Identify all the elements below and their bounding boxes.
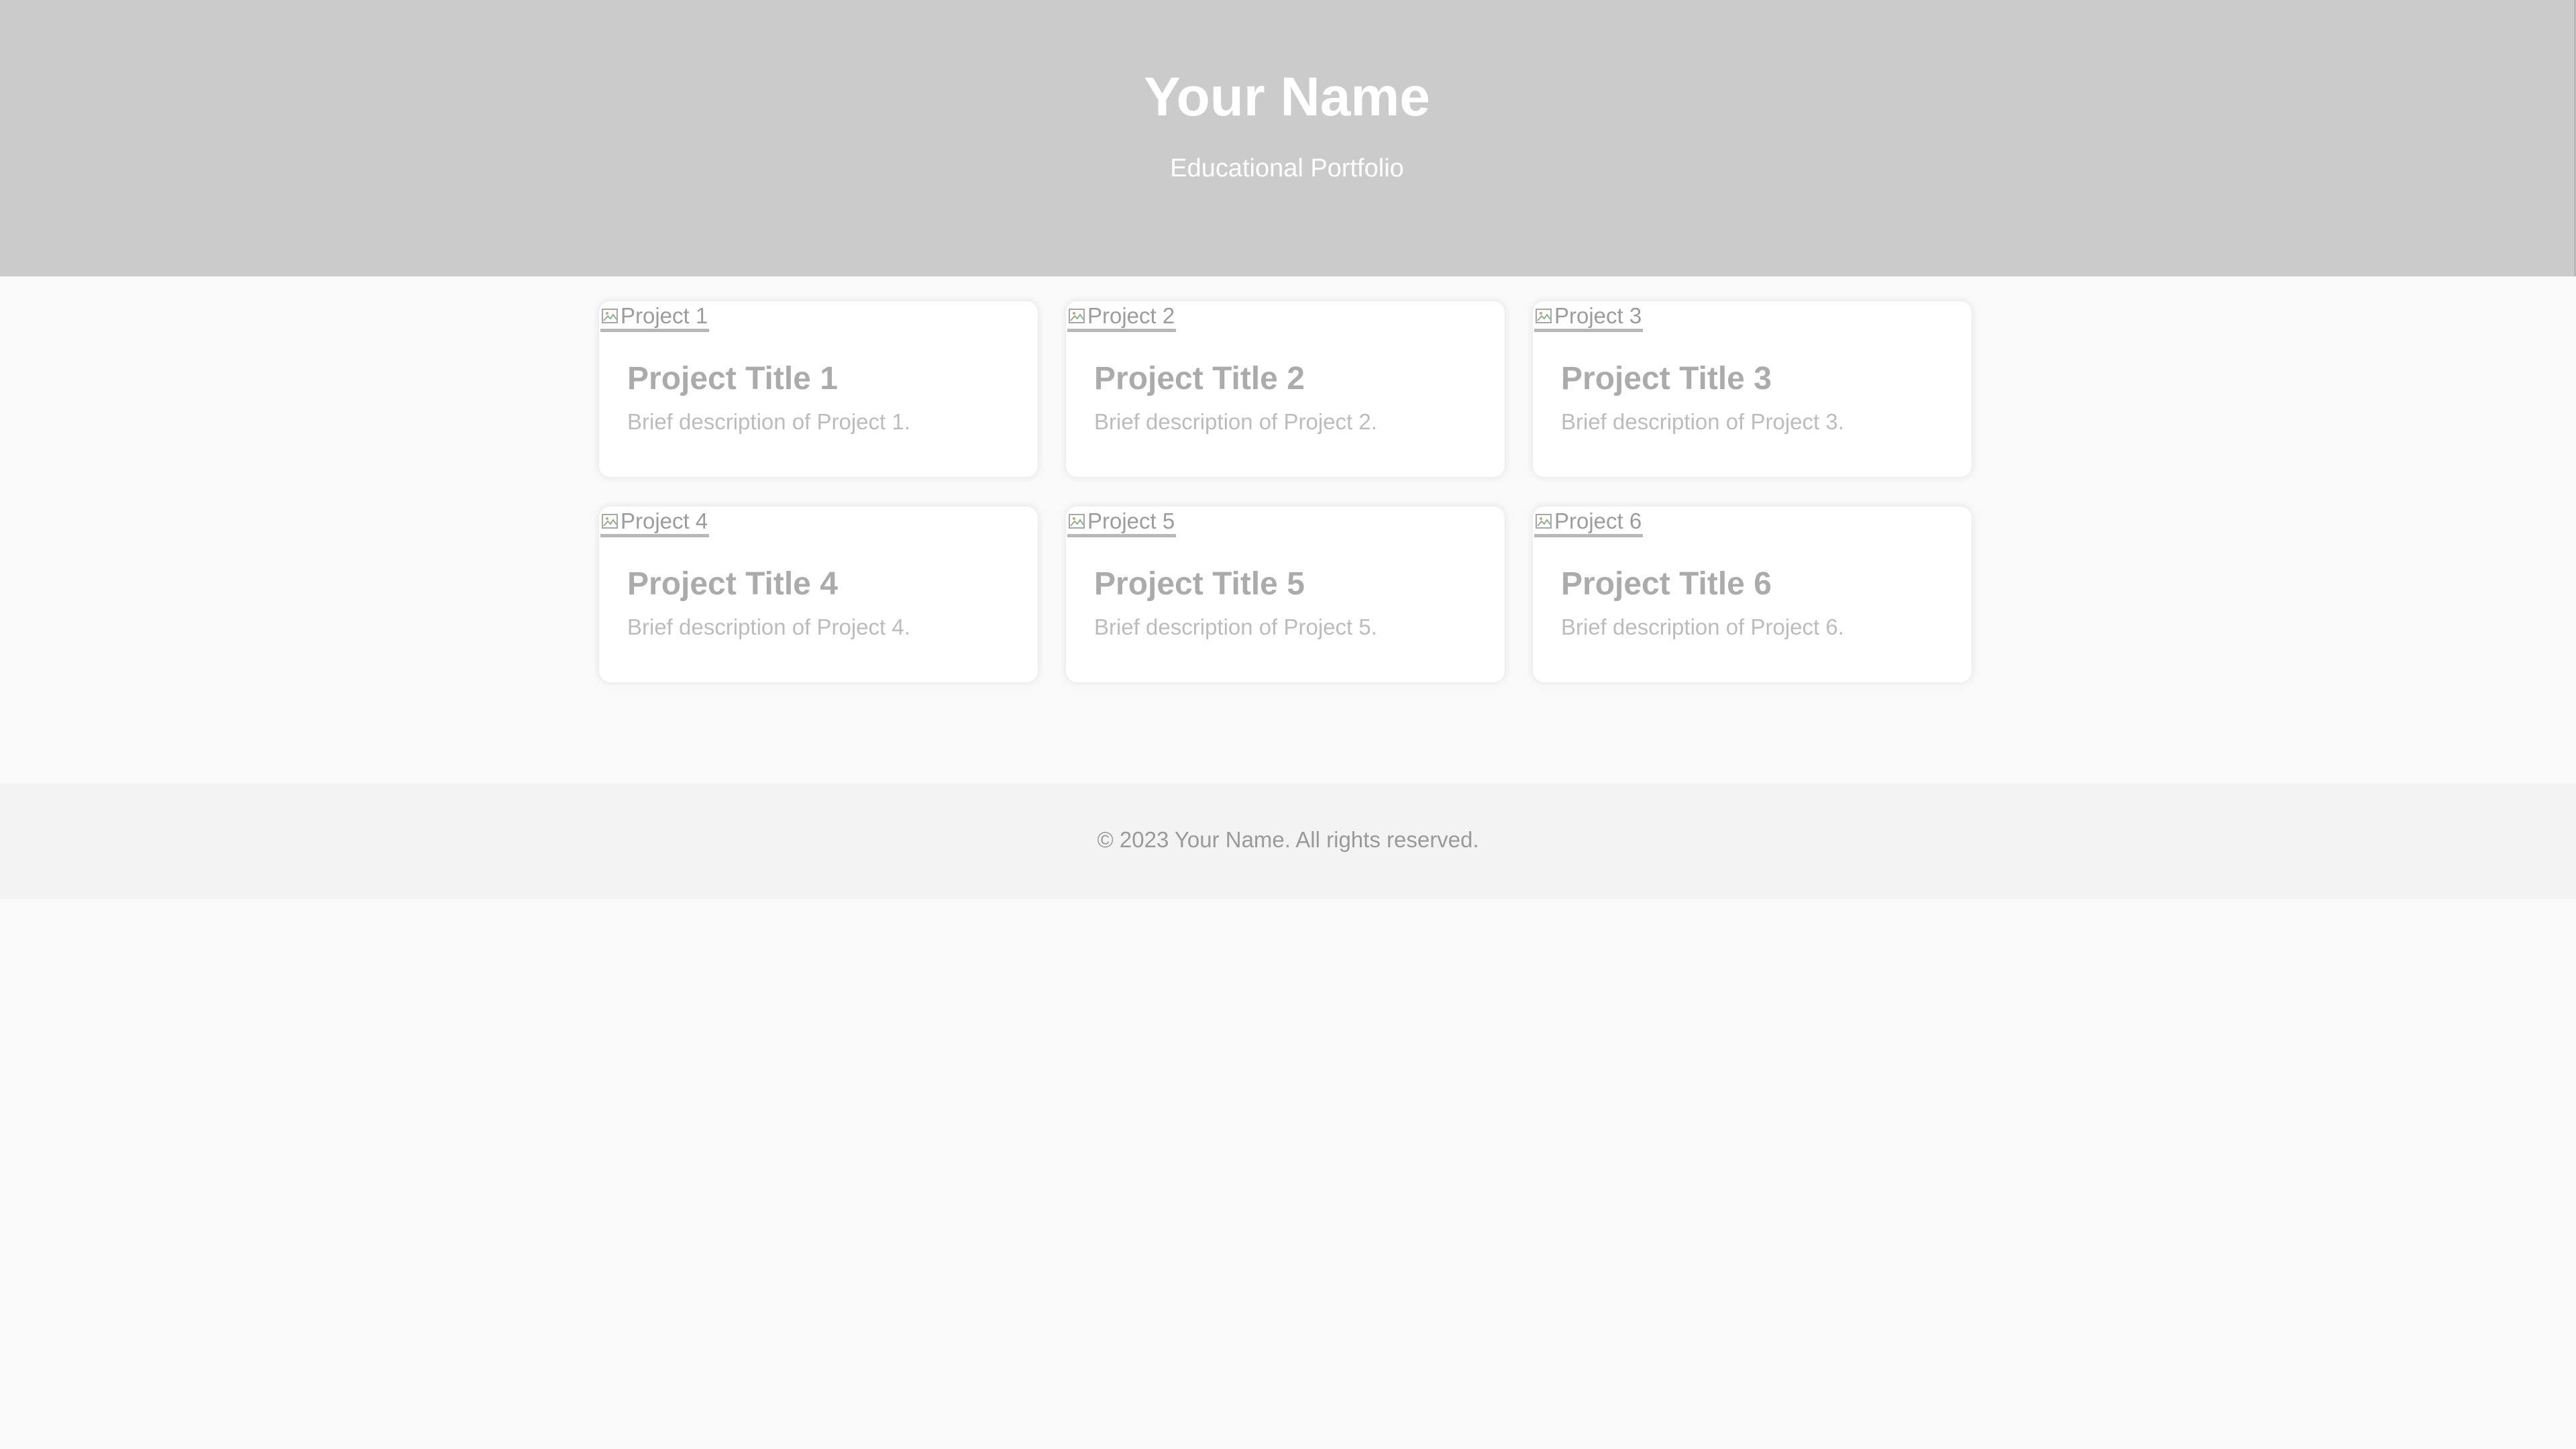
project-image: Project 4 bbox=[600, 508, 710, 537]
project-image-alt: Project 3 bbox=[1554, 303, 1642, 328]
project-card[interactable]: Project 2 Project Title 2 Brief descript… bbox=[1065, 301, 1505, 478]
project-grid: Project 1 Project Title 1 Brief descript… bbox=[598, 301, 1975, 683]
broken-image-icon bbox=[1536, 309, 1552, 323]
project-title: Project Title 2 bbox=[1094, 361, 1305, 396]
site-subtitle: Educational Portfolio bbox=[1170, 154, 1404, 182]
project-description: Brief description of Project 4. bbox=[627, 614, 910, 639]
project-card[interactable]: Project 6 Project Title 6 Brief descript… bbox=[1532, 506, 1972, 683]
broken-image-icon bbox=[1536, 514, 1552, 529]
project-description: Brief description of Project 1. bbox=[627, 409, 910, 434]
project-title: Project Title 3 bbox=[1561, 361, 1772, 396]
copyright-text: © 2023 Your Name. All rights reserved. bbox=[1097, 827, 1479, 852]
broken-image-icon bbox=[1069, 309, 1085, 323]
project-image-alt: Project 4 bbox=[621, 508, 708, 533]
project-image-alt: Project 5 bbox=[1087, 508, 1175, 533]
site-title: Your Name bbox=[1144, 66, 1430, 127]
project-title: Project Title 4 bbox=[627, 566, 838, 602]
project-image: Project 2 bbox=[1067, 303, 1177, 332]
site-header: Your Name Educational Portfolio bbox=[0, 0, 2576, 276]
project-card[interactable]: Project 1 Project Title 1 Brief descript… bbox=[598, 301, 1038, 478]
project-image: Project 5 bbox=[1067, 508, 1177, 537]
project-title: Project Title 5 bbox=[1094, 566, 1305, 602]
project-image: Project 6 bbox=[1534, 508, 1644, 537]
project-image: Project 1 bbox=[600, 303, 710, 332]
project-card[interactable]: Project 3 Project Title 3 Brief descript… bbox=[1532, 301, 1972, 478]
project-description: Brief description of Project 5. bbox=[1094, 614, 1377, 639]
broken-image-icon bbox=[1069, 514, 1085, 529]
project-description: Brief description of Project 6. bbox=[1561, 614, 1844, 639]
project-description: Brief description of Project 3. bbox=[1561, 409, 1844, 434]
site-footer: © 2023 Your Name. All rights reserved. bbox=[0, 784, 2576, 899]
project-image-alt: Project 2 bbox=[1087, 303, 1175, 328]
project-title: Project Title 1 bbox=[627, 361, 838, 396]
broken-image-icon bbox=[602, 309, 618, 323]
broken-image-icon bbox=[602, 514, 618, 529]
project-card[interactable]: Project 4 Project Title 4 Brief descript… bbox=[598, 506, 1038, 683]
project-image-alt: Project 6 bbox=[1554, 508, 1642, 533]
project-image-alt: Project 1 bbox=[621, 303, 708, 328]
project-card[interactable]: Project 5 Project Title 5 Brief descript… bbox=[1065, 506, 1505, 683]
project-title: Project Title 6 bbox=[1561, 566, 1772, 602]
project-description: Brief description of Project 2. bbox=[1094, 409, 1377, 434]
project-image: Project 3 bbox=[1534, 303, 1644, 332]
